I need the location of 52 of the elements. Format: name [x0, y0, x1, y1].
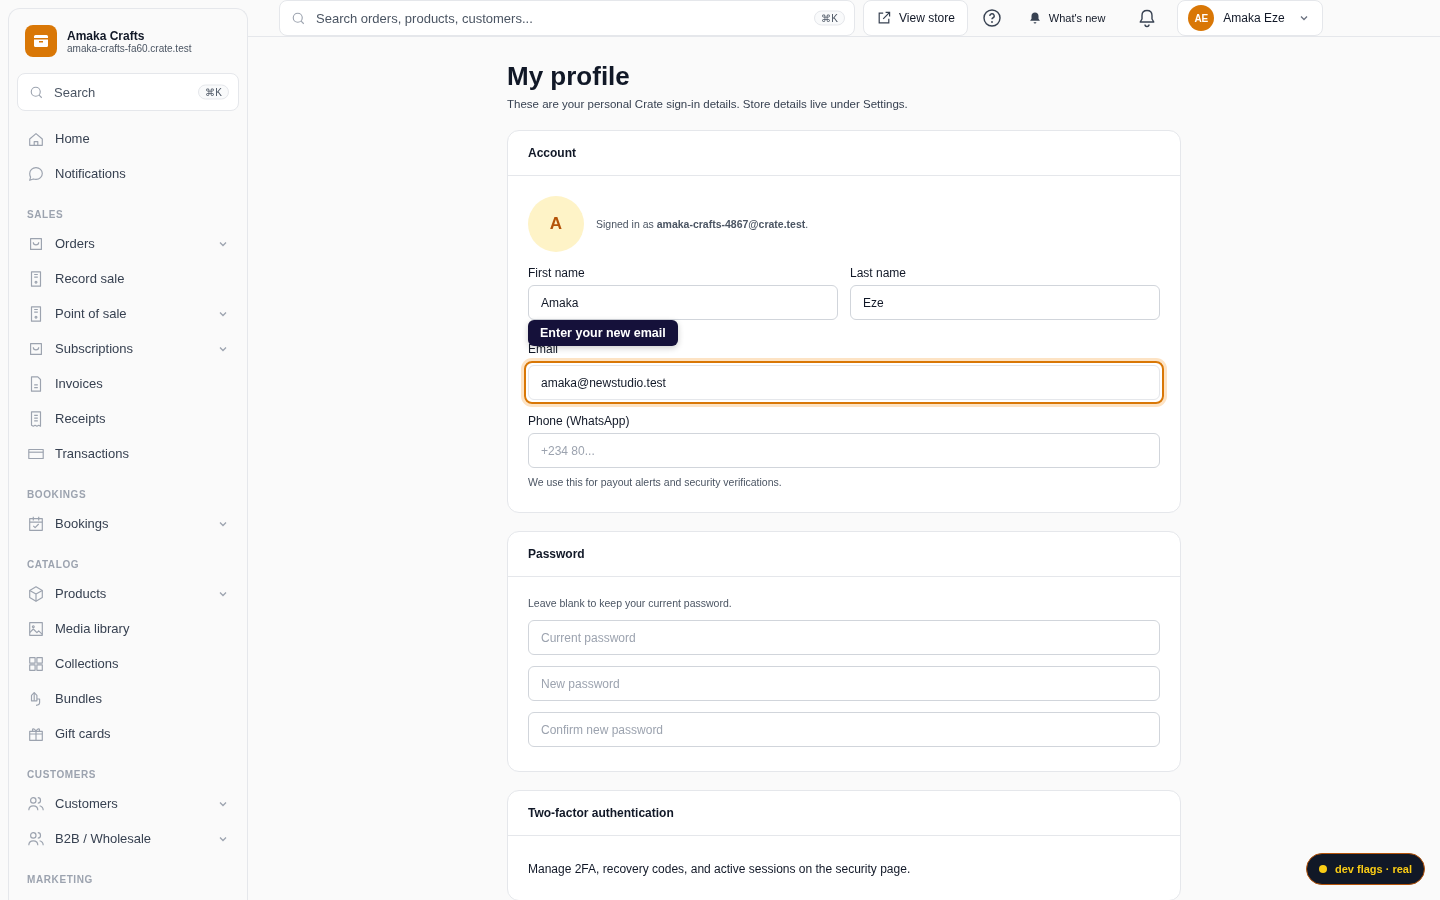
nav-item[interactable]: Collections	[17, 646, 239, 681]
field-label: Last name	[850, 266, 908, 280]
nav-item[interactable]: B2B / Wholesale	[17, 821, 239, 856]
nav-item[interactable]: Transactions	[17, 436, 239, 471]
password-field[interactable]: Current password	[528, 620, 1160, 655]
nav-item[interactable]: Subscriptions	[17, 331, 239, 366]
phone-field[interactable]: +234 80...	[528, 433, 1160, 468]
email-field[interactable]: amaka@newstudio.test	[524, 361, 1164, 404]
nav-item[interactable]: Notifications	[17, 156, 239, 191]
text-field[interactable]: Eze	[850, 285, 1160, 320]
store-name: Amaka Crafts	[67, 28, 146, 43]
page-title: My profile	[507, 61, 631, 92]
field-label: First name	[528, 266, 586, 280]
user-name: Amaka Eze	[1223, 11, 1285, 25]
description-text: Manage 2FA, recovery codes, and active sessions on the security page.	[528, 862, 912, 876]
field-hint: We use this for payout alerts and security verifications.	[528, 476, 783, 488]
nav-item[interactable]: Bookings	[17, 506, 239, 541]
nav-item[interactable]: Gift cards	[17, 716, 239, 751]
nav-item[interactable]: Invoices	[17, 366, 239, 401]
user-menu[interactable]: AE Amaka Eze	[1177, 0, 1323, 36]
dev-flags-badge[interactable]: dev flags · real	[1305, 853, 1425, 885]
card-title: Account	[528, 146, 576, 160]
card-title: Password	[528, 547, 585, 561]
view-store-button[interactable]: View store	[863, 0, 968, 36]
nav-item[interactable]: Customers	[17, 786, 239, 821]
text-field[interactable]: Amaka	[528, 285, 838, 320]
section-title: MARKETING	[26, 873, 94, 887]
nav-item[interactable]: Home	[17, 121, 239, 156]
user-avatar: AE	[1188, 5, 1215, 31]
field-label: Phone (WhatsApp)	[528, 414, 631, 428]
whats-new-button[interactable]: What's new	[1017, 11, 1116, 25]
nav-item[interactable]: Orders	[17, 226, 239, 261]
nav-item[interactable]: Point of sale	[17, 296, 239, 331]
section-title: BOOKINGS	[26, 488, 88, 502]
section-title: CATALOG	[26, 558, 81, 572]
tooltip: Enter your new email	[528, 320, 678, 346]
page-subtitle: These are your personal Crate sign-in details. Store details live under Settings.	[507, 98, 909, 110]
card-title: Two-factor authentication	[528, 806, 674, 820]
nav-item[interactable]: Products	[17, 576, 239, 611]
store-domain: amaka-crafts-fa60.crate.test	[67, 42, 192, 54]
section-title: CUSTOMERS	[26, 768, 98, 782]
password-field[interactable]: Confirm new password	[528, 712, 1160, 747]
section-title: SALES	[26, 208, 65, 222]
nav-item[interactable]: Record sale	[17, 261, 239, 296]
password-field[interactable]: New password	[528, 666, 1160, 701]
avatar: A	[528, 196, 584, 252]
nav-item[interactable]: Bundles	[17, 681, 239, 716]
signed-in-text: Signed in as amaka-crafts-4867@crate.test.	[596, 218, 809, 230]
helper-text: Leave blank to keep your current password.	[528, 597, 733, 609]
nav-item[interactable]: Media library	[17, 611, 239, 646]
badge-text: dev flags · real	[1334, 863, 1412, 875]
nav-item[interactable]: Receipts	[17, 401, 239, 436]
